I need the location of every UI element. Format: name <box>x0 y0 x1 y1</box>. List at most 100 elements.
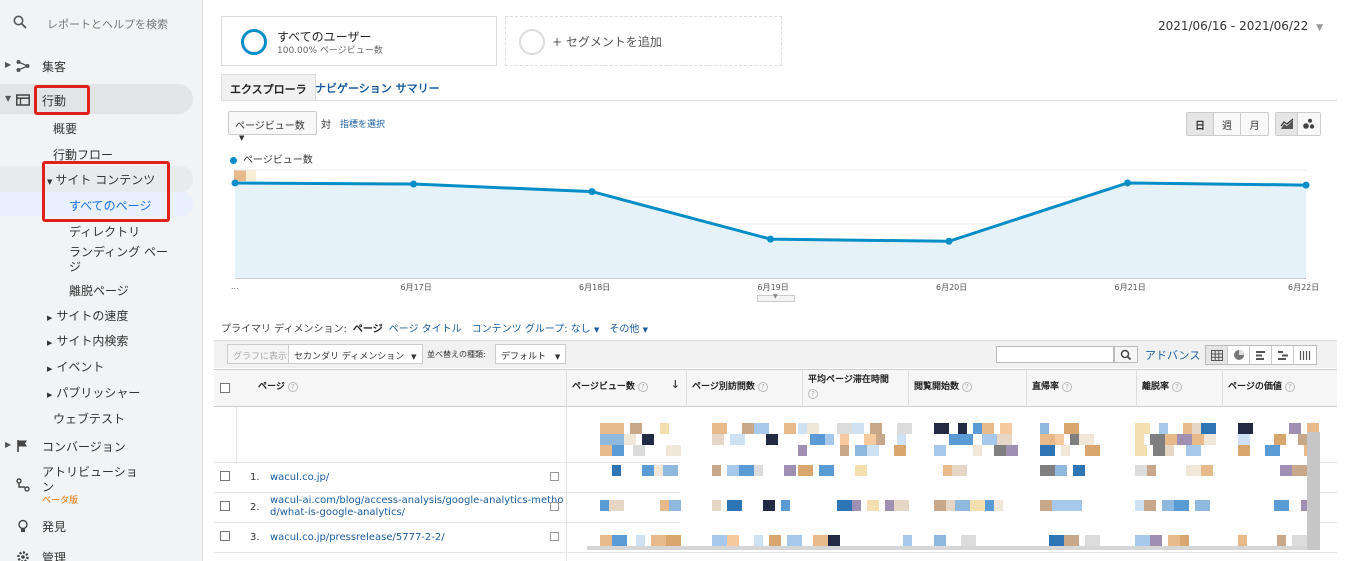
column-header-pageviews[interactable]: ページビュー数? ↓ <box>566 369 686 407</box>
mosaic-block <box>1289 423 1301 434</box>
chart-resize-handle[interactable]: ▼ <box>757 293 795 302</box>
chart-point[interactable] <box>767 235 774 243</box>
column-header-avg-time[interactable]: 平均ページ滞在時間? <box>802 369 908 407</box>
add-segment-button[interactable]: + セグメントを追加 <box>505 16 782 66</box>
dimension-page-title[interactable]: ページ タイトル <box>389 324 462 335</box>
caret-right-icon: ▶ <box>47 314 53 322</box>
chart-point[interactable] <box>1302 181 1310 189</box>
sidebar-item-experiments[interactable]: ウェブテスト <box>53 410 125 427</box>
external-link-icon[interactable] <box>550 532 559 541</box>
sidebar-item-exit-pages[interactable]: 離脱ページ <box>69 282 129 299</box>
mosaic-block <box>666 535 681 546</box>
line-chart-button[interactable] <box>1276 113 1298 135</box>
mosaic-block <box>712 500 721 511</box>
pixelated-axis-label <box>234 170 246 181</box>
granularity-week-button[interactable]: 週 <box>1214 113 1241 135</box>
caret-right-icon: ▶ <box>5 440 12 449</box>
mosaic-block <box>894 445 906 456</box>
sidebar-item-attribution[interactable]: アトリビューショ ン <box>0 458 203 498</box>
sidebar-item-conversions[interactable]: ▶ コンバージョン <box>0 434 203 458</box>
plot-rows-button[interactable]: グラフに表示 <box>227 344 294 364</box>
row-page-link[interactable]: wacul-ai.com/blog/access-analysis/google… <box>270 495 564 519</box>
help-icon[interactable]: ? <box>808 389 818 399</box>
mosaic-block <box>624 434 636 445</box>
motion-chart-button[interactable] <box>1298 113 1320 135</box>
row-page-link[interactable]: wacul.co.jp/pressrelease/5777-2-2/ <box>270 532 445 544</box>
sidebar-search[interactable]: レポートとヘルプを検索 <box>0 0 203 46</box>
row-checkbox[interactable] <box>220 531 230 541</box>
row-page-link[interactable]: wacul.co.jp/ <box>270 472 329 484</box>
sidebar-item-discover[interactable]: 発見 <box>0 514 203 538</box>
segment-ring-icon <box>241 29 267 55</box>
help-icon[interactable]: ? <box>287 382 298 392</box>
sidebar-item-publisher[interactable]: ▶ パブリッシャー <box>47 384 140 401</box>
sidebar-item-site-search[interactable]: ▶ サイト内検索 <box>47 332 128 349</box>
row-checkbox[interactable] <box>220 501 230 511</box>
secondary-dimension-dropdown[interactable]: セカンダリ ディメンション ▼ <box>288 344 423 364</box>
sort-type-dropdown[interactable]: デフォルト ▼ <box>495 344 567 364</box>
granularity-day-button[interactable]: 日 <box>1187 113 1214 135</box>
chart-point[interactable] <box>1124 179 1131 187</box>
mosaic-block <box>1159 423 1168 434</box>
tab-navigation-summary[interactable]: ナビゲーション サマリー <box>307 74 448 100</box>
dimension-other[interactable]: その他 ▼ <box>609 324 648 335</box>
select-all-checkbox[interactable] <box>220 383 230 393</box>
mosaic-block <box>961 535 976 546</box>
help-icon[interactable]: ? <box>637 382 648 392</box>
mosaic-block <box>958 434 973 445</box>
column-header-page[interactable]: ページ? <box>236 369 566 407</box>
mosaic-block <box>1064 423 1079 434</box>
select-metric-link[interactable]: 指標を選択 <box>340 117 385 130</box>
tab-explorer[interactable]: エクスプローラ <box>221 74 316 100</box>
table-view-toggle <box>1205 345 1317 365</box>
sidebar-item-events[interactable]: ▶ イベント <box>47 358 104 375</box>
help-icon[interactable]: ? <box>757 382 768 392</box>
advanced-filter-link[interactable]: アドバンス <box>1145 347 1200 363</box>
data-table-view-button[interactable] <box>1206 346 1228 364</box>
row-checkbox[interactable] <box>220 471 230 481</box>
sidebar-item-directory[interactable]: ディレクトリ <box>69 223 140 240</box>
dimension-page[interactable]: ページ <box>353 324 383 335</box>
table-search-button[interactable] <box>1114 346 1138 363</box>
mosaic-block <box>612 434 624 445</box>
sidebar-item-behavior[interactable]: ▼ 行動 <box>0 88 203 112</box>
beta-badge: ベータ版 <box>42 496 79 506</box>
granularity-month-button[interactable]: 月 <box>1241 113 1268 135</box>
column-header-label: ページビュー数 <box>572 382 635 392</box>
sidebar-item-label: 発見 <box>42 520 67 534</box>
chart-point[interactable] <box>588 188 596 196</box>
date-range-picker[interactable]: 2021/06/16 - 2021/06/22 ▼ <box>1158 19 1323 33</box>
sidebar-item-acquisition[interactable]: ▶ 集客 <box>0 54 203 78</box>
pie-view-button[interactable] <box>1228 346 1250 364</box>
vertical-scrollbar[interactable] <box>1307 432 1320 550</box>
help-icon[interactable]: ? <box>1062 382 1073 392</box>
column-header-page-value[interactable]: ページの価値? <box>1222 369 1337 407</box>
mosaic-block <box>712 434 724 445</box>
metric-dropdown[interactable]: ページビュー数 ▼ <box>228 111 317 142</box>
help-icon[interactable]: ? <box>1172 382 1183 392</box>
external-link-icon[interactable] <box>550 472 559 481</box>
help-icon[interactable]: ? <box>962 382 973 392</box>
segment-all-users[interactable]: すべてのユーザー 100.00% ページビュー数 <box>221 16 497 66</box>
sidebar-item-admin[interactable]: 管理 <box>0 545 203 561</box>
column-header-bounce-rate[interactable]: 直帰率? <box>1026 369 1136 407</box>
chart-point[interactable] <box>410 180 417 188</box>
performance-view-button[interactable] <box>1250 346 1272 364</box>
mosaic-block <box>1055 465 1067 476</box>
dimension-content-group[interactable]: コンテンツ グループ: なし ▼ <box>472 324 600 335</box>
column-header-unique-pageviews[interactable]: ページ別訪問数? <box>686 369 802 407</box>
column-header-exit-rate[interactable]: 離脱率? <box>1136 369 1222 407</box>
column-header-entrances[interactable]: 閲覧開始数? <box>908 369 1026 407</box>
help-icon[interactable]: ? <box>1284 382 1295 392</box>
sidebar-item-site-speed[interactable]: ▶ サイトの速度 <box>47 307 128 324</box>
sidebar-item-label: 管理 <box>42 551 67 561</box>
bar-list-icon <box>1255 350 1265 360</box>
comparison-view-button[interactable] <box>1272 346 1294 364</box>
table-search-input[interactable] <box>996 346 1114 363</box>
sidebar-item-overview[interactable]: 概要 <box>53 120 77 137</box>
pivot-view-button[interactable] <box>1294 346 1316 364</box>
sidebar-item-landing-pages[interactable]: ランディング ページ <box>69 245 179 275</box>
horizontal-scrollbar[interactable] <box>587 546 1307 550</box>
external-link-icon[interactable] <box>550 502 559 511</box>
chart-point[interactable] <box>945 237 953 245</box>
